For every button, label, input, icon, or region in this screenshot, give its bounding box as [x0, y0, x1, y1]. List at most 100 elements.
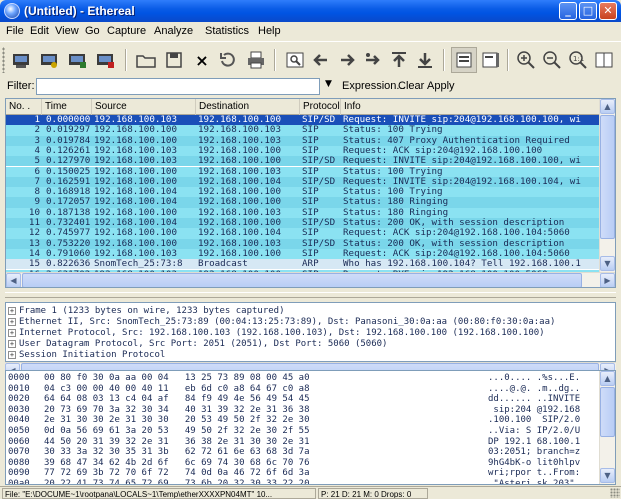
expand-icon[interactable]: + — [8, 351, 16, 359]
packet-cell-no: 2 — [34, 125, 40, 136]
scroll-down-icon[interactable]: ▼ — [600, 468, 615, 483]
go-last-icon[interactable] — [412, 47, 438, 73]
scroll-down-icon[interactable]: ▼ — [600, 256, 615, 271]
expand-icon[interactable]: + — [8, 307, 16, 315]
detail-frame[interactable]: + Frame 1 (1233 bytes on wire, 1233 bytes… — [8, 306, 285, 317]
save-icon[interactable] — [161, 47, 187, 73]
open-folder-icon[interactable] — [133, 47, 159, 73]
go-back-icon[interactable] — [308, 47, 334, 73]
expand-icon[interactable]: + — [8, 329, 16, 337]
packet-row[interactable]: 13 0.753220 192.168.100.100 192.168.100.103… — [6, 238, 601, 249]
detail-ethernet[interactable]: + Ethernet II, Src: SnomTech_25:73:89 (00… — [8, 317, 555, 328]
menu-edit[interactable]: Edit — [30, 25, 49, 37]
ethereal-app-icon[interactable] — [4, 3, 20, 19]
menu-file[interactable]: File — [6, 25, 24, 37]
column-header-info[interactable]: Info — [341, 99, 601, 115]
scroll-left-icon[interactable]: ◀ — [6, 273, 21, 287]
packet-row[interactable]: 11 0.732401 192.168.100.104 192.168.100.100… — [6, 218, 601, 229]
packet-details-pane[interactable]: + Frame 1 (1233 bytes on wire, 1233 bytes… — [5, 302, 616, 362]
column-header-protocol[interactable]: Protocol — [300, 99, 341, 115]
hex-off: 0070 — [8, 447, 30, 458]
expand-icon[interactable]: + — [8, 318, 16, 326]
scroll-thumb[interactable] — [600, 387, 615, 437]
go-first-icon[interactable] — [386, 47, 412, 73]
menu-view[interactable]: View — [55, 25, 79, 37]
scroll-thumb[interactable] — [22, 273, 582, 287]
packet-row[interactable]: 3 0.019784 192.168.100.100 192.168.100.103 S… — [6, 135, 601, 146]
zoom-normal-icon[interactable]: 1:1 — [565, 47, 591, 73]
detail-sip[interactable]: + Session Initiation Protocol — [8, 350, 165, 361]
close-button[interactable]: ✕ — [599, 2, 617, 20]
menu-analyze[interactable]: Analyze — [154, 25, 193, 37]
packet-list-pane[interactable]: No. . Time Source Destination Protocol I… — [5, 98, 616, 288]
reload-icon[interactable] — [215, 47, 241, 73]
packet-list-horizontal-scrollbar[interactable]: ◀ ▶ — [6, 272, 615, 287]
menu-go[interactable]: Go — [85, 25, 100, 37]
column-header-no[interactable]: No. . — [6, 99, 42, 115]
column-header-source[interactable]: Source — [92, 99, 196, 115]
title-bar[interactable]: (Untitled) - Ethereal _ □ ✕ — [0, 0, 621, 22]
packet-row[interactable]: 2 0.019297 192.168.100.100 192.168.100.103 S… — [6, 125, 601, 136]
packet-cell-info: Status: 100 Trying — [343, 187, 443, 198]
hex-hex: 44 50 20 31 39 32 2e 31 36 38 2e 31 30 3… — [44, 436, 310, 447]
find-packet-icon[interactable] — [282, 47, 308, 73]
detail-ip[interactable]: + Internet Protocol, Src: 192.168.100.103… — [8, 328, 545, 339]
packet-row[interactable]: 7 0.162591 192.168.100.100 192.168.100.104 S… — [6, 176, 601, 188]
packet-cell-src: 192.168.100.100 — [94, 125, 177, 136]
column-header-time[interactable]: Time — [42, 99, 92, 115]
packet-bytes-pane[interactable]: 0000 00 80 f0 30 0a aa 00 04 13 25 73 89 … — [5, 370, 616, 485]
toolbar-grip[interactable] — [2, 47, 5, 73]
resize-columns-icon[interactable] — [591, 47, 617, 73]
capture-stop-icon[interactable] — [92, 47, 118, 73]
capture-interfaces-icon[interactable] — [8, 47, 34, 73]
go-to-packet-icon[interactable] — [360, 47, 386, 73]
detail-udp[interactable]: + User Datagram Protocol, Src Port: 2051 … — [8, 339, 387, 350]
expression-button[interactable]: Expression... — [342, 80, 406, 92]
packet-cell-src: 192.168.100.103 — [94, 145, 177, 156]
autoscroll-icon[interactable] — [478, 47, 504, 73]
packet-list-vertical-scrollbar[interactable]: ▲ ▼ — [599, 99, 615, 272]
packet-row[interactable]: 6 0.150025 192.168.100.100 192.168.100.103 S… — [6, 166, 601, 177]
packet-cell-src: 192.168.100.103 — [94, 248, 177, 259]
minimize-button[interactable]: _ — [559, 2, 577, 20]
pane-splitter[interactable] — [5, 292, 616, 298]
scroll-up-icon[interactable]: ▲ — [600, 371, 615, 386]
packet-row[interactable]: 12 0.745977 192.168.100.100 192.168.100.104… — [6, 228, 601, 239]
scroll-up-icon[interactable]: ▲ — [600, 99, 615, 114]
packet-row[interactable]: 15 0.822636 SnomTech_25:73:8 Broadcast ARP Wh… — [6, 259, 601, 270]
packet-cell-no: 3 — [34, 135, 40, 146]
packet-row[interactable]: 4 0.126261 192.168.100.103 192.168.100.100 S… — [6, 145, 601, 157]
menu-capture[interactable]: Capture — [107, 25, 146, 37]
resize-grip[interactable] — [610, 488, 620, 498]
print-icon[interactable] — [243, 47, 269, 73]
packet-cell-proto: SIP/SD — [302, 218, 336, 228]
scroll-right-icon[interactable]: ▶ — [600, 273, 615, 287]
colorize-icon[interactable] — [451, 47, 477, 73]
capture-options-icon[interactable] — [36, 47, 62, 73]
zoom-in-icon[interactable] — [513, 47, 539, 73]
packet-row[interactable]: 1 0.000000 192.168.100.103 192.168.100.100 S… — [6, 115, 601, 126]
filter-label: Filter: — [7, 80, 35, 92]
hex-hex: 20 22 41 73 74 65 72 69 73 6b 20 32 30 3… — [44, 479, 310, 485]
capture-start-icon[interactable] — [64, 47, 90, 73]
packet-row[interactable]: 10 0.187138 192.168.100.100 192.168.100.103… — [6, 207, 601, 218]
expand-icon[interactable]: + — [8, 340, 16, 348]
zoom-out-icon[interactable] — [539, 47, 565, 73]
packet-row[interactable]: 8 0.168918 192.168.100.104 192.168.100.100 S… — [6, 187, 601, 198]
menu-statistics[interactable]: Statistics — [205, 25, 249, 37]
go-forward-icon[interactable] — [334, 47, 360, 73]
packet-row[interactable]: 14 0.791060 192.168.100.103 192.168.100.100… — [6, 248, 601, 260]
apply-button[interactable]: Apply — [427, 80, 455, 92]
column-header-destination[interactable]: Destination — [196, 99, 300, 115]
packet-row[interactable]: 5 0.127970 192.168.100.103 192.168.100.100 S… — [6, 156, 601, 167]
close-file-icon[interactable]: × — [189, 47, 215, 73]
scroll-thumb[interactable] — [600, 115, 615, 239]
packet-cell-info: Status: 200 OK, with session description — [343, 238, 565, 249]
filter-dropdown-icon[interactable]: ▼ — [325, 79, 332, 89]
maximize-button[interactable]: □ — [579, 2, 597, 20]
bytes-vertical-scrollbar[interactable]: ▲ ▼ — [599, 371, 615, 484]
clear-button[interactable]: Clear — [398, 80, 424, 92]
filter-input[interactable] — [36, 78, 320, 95]
packet-row[interactable]: 9 0.172057 192.168.100.104 192.168.100.100 S… — [6, 197, 601, 208]
menu-help[interactable]: Help — [258, 25, 281, 37]
